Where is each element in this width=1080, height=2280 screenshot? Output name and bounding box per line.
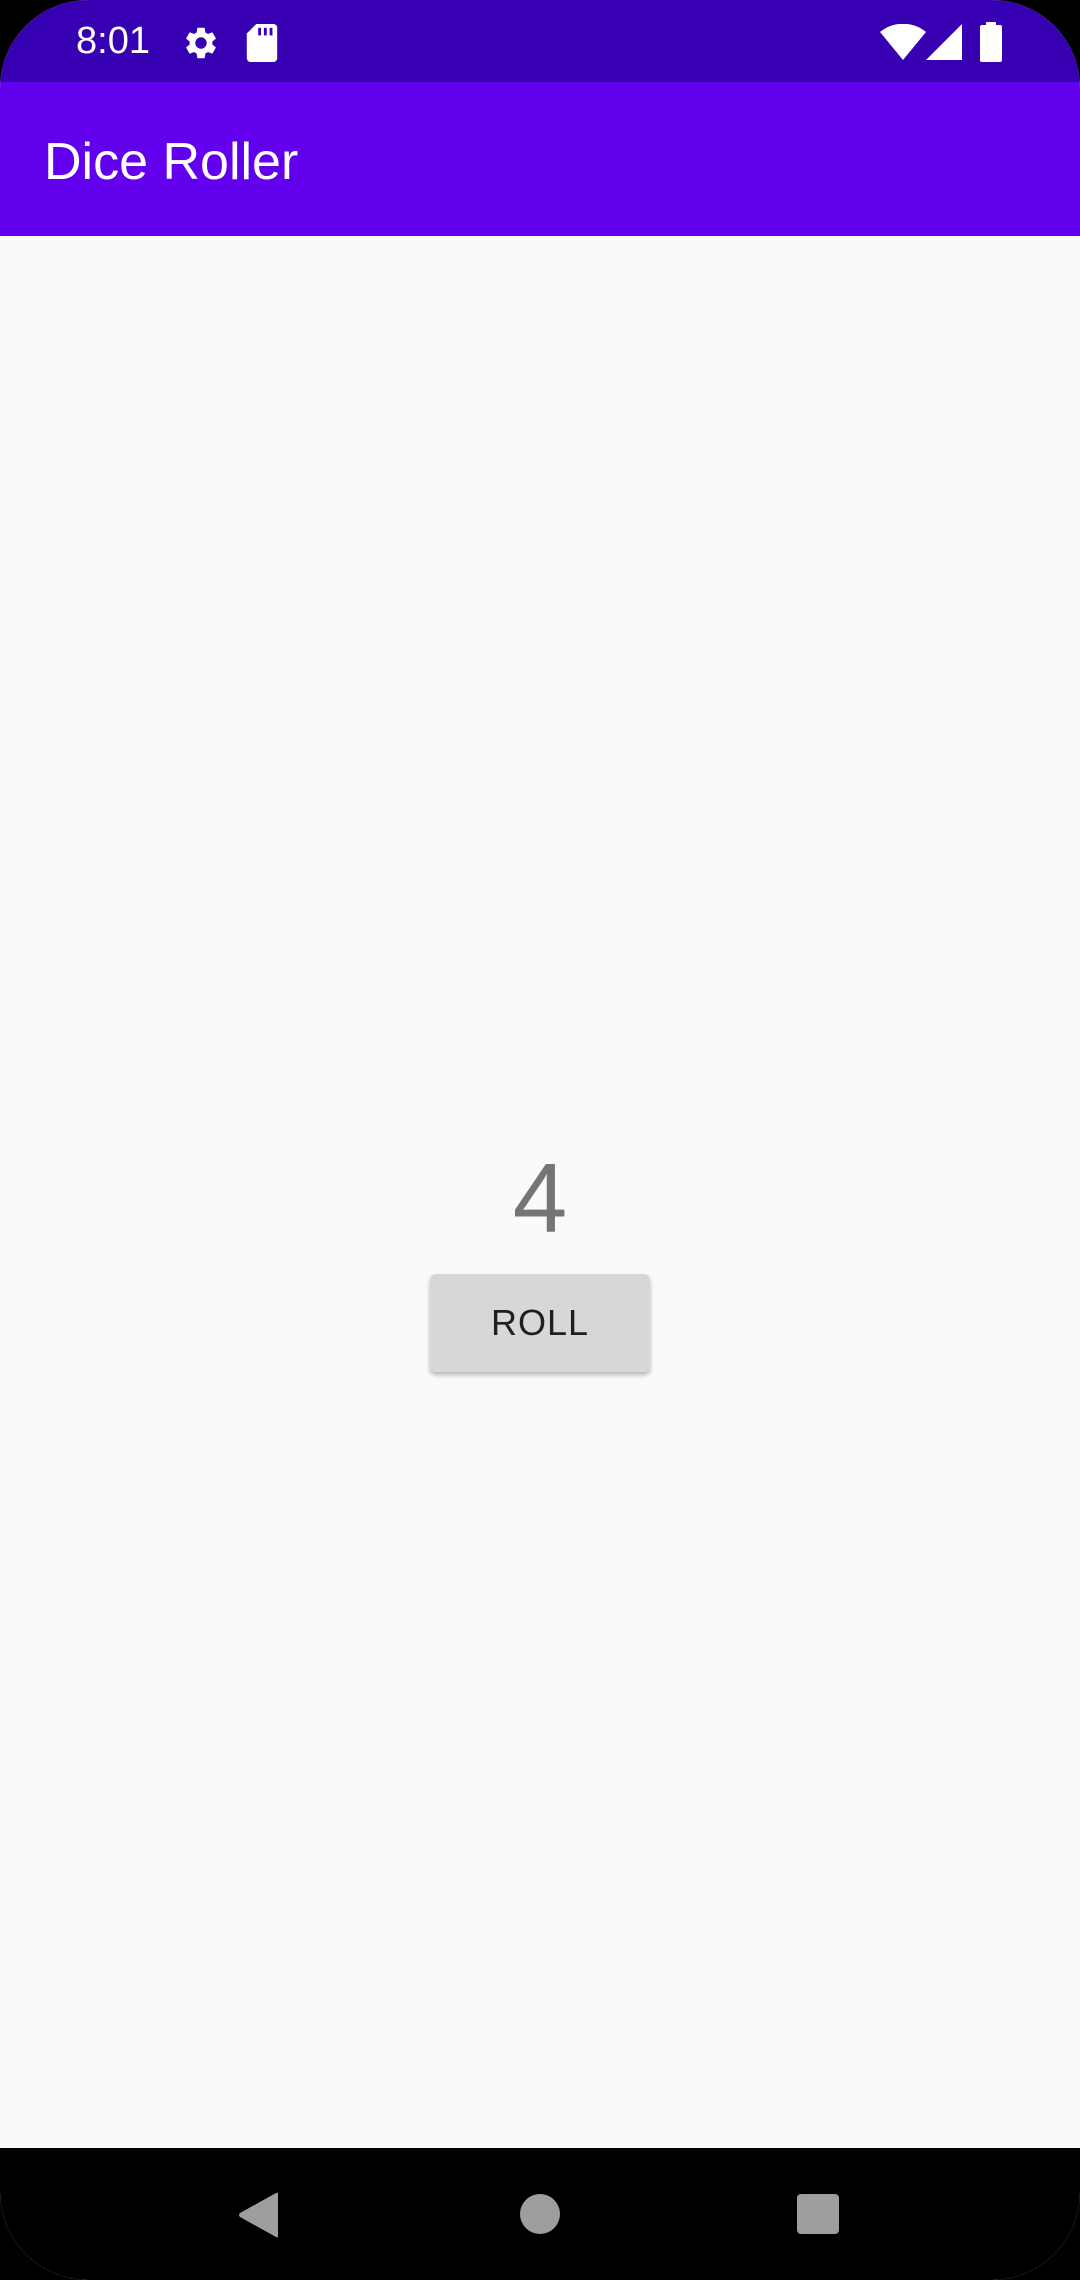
app-bar: Dice Roller xyxy=(0,82,1080,236)
device-screen: 8:01 Dice Roller 4 ROLL xyxy=(0,0,1080,2280)
home-icon[interactable] xyxy=(519,2193,561,2235)
back-icon[interactable] xyxy=(238,2192,280,2238)
status-time: 8:01 xyxy=(76,20,150,62)
app-title: Dice Roller xyxy=(44,133,299,191)
cell-signal-icon xyxy=(926,24,962,60)
battery-icon xyxy=(980,22,1002,62)
gear-icon xyxy=(186,27,216,59)
sd-card-icon xyxy=(246,24,278,62)
roll-button[interactable]: ROLL xyxy=(430,1274,650,1372)
dice-result-text: 4 xyxy=(512,1143,568,1253)
navigation-bar xyxy=(0,2148,1080,2280)
status-bar: 8:01 xyxy=(0,0,1080,82)
wifi-icon xyxy=(880,24,926,60)
main-content: 4 ROLL xyxy=(0,236,1080,2148)
recents-icon[interactable] xyxy=(797,2194,839,2234)
